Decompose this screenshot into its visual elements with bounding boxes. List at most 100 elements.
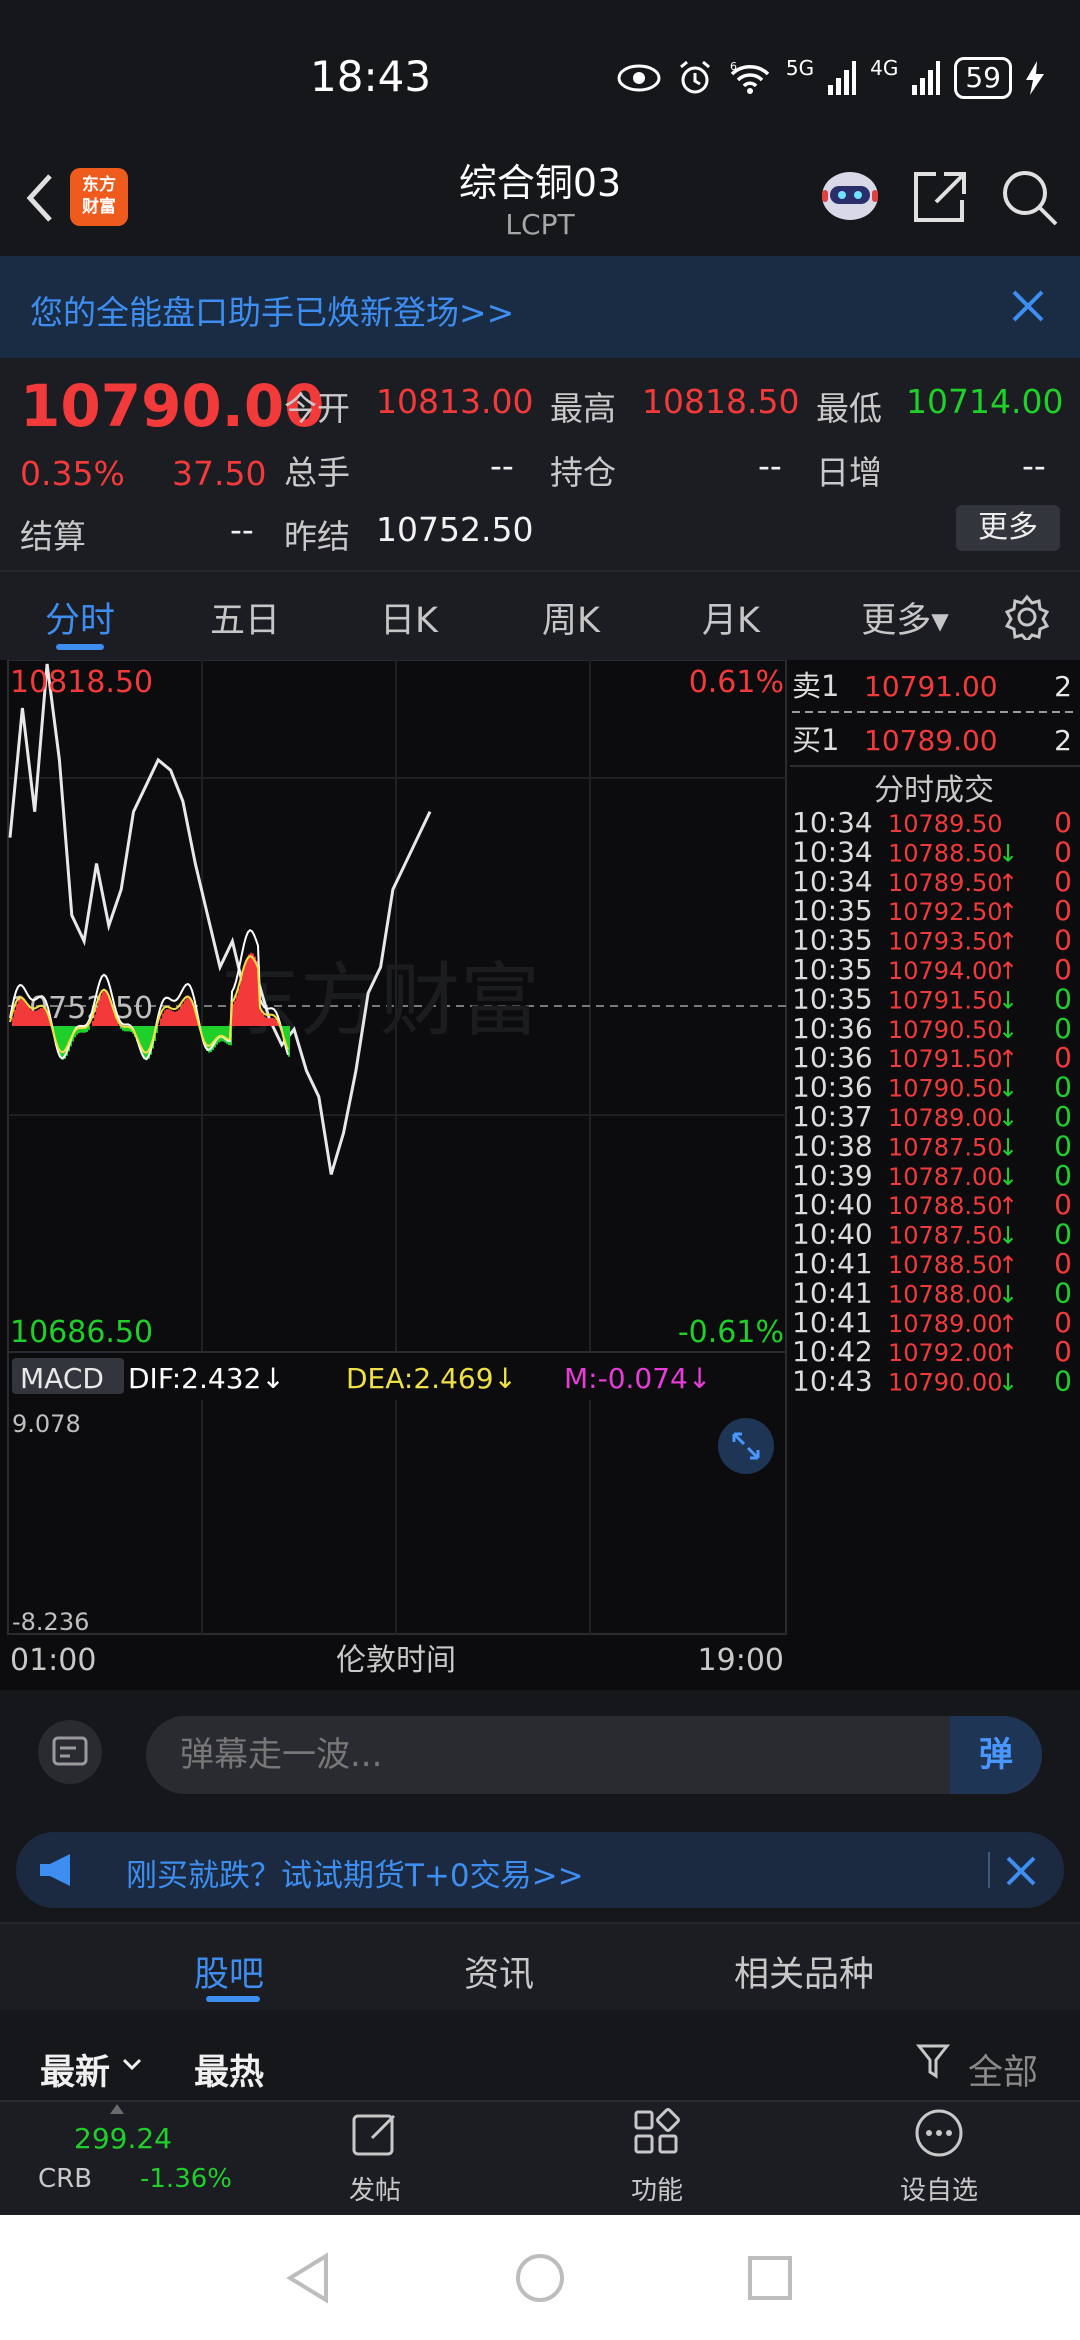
- sell1-volume: 2: [1054, 670, 1072, 703]
- sort-latest[interactable]: 最新: [40, 2044, 110, 2095]
- tick-direction: ↑: [998, 928, 1018, 956]
- macd-bar: [268, 1018, 270, 1026]
- macd-bar: [262, 1014, 264, 1026]
- danmu-send-button[interactable]: 弹: [950, 1716, 1042, 1794]
- tick-time: 10:43: [792, 1365, 873, 1398]
- nav-post[interactable]: 发帖: [305, 2170, 445, 2207]
- more-quote-button[interactable]: 更多: [956, 505, 1060, 551]
- tick-direction: ↓: [998, 839, 1018, 867]
- edit-icon[interactable]: [350, 2108, 400, 2158]
- macd-bar: [240, 980, 242, 1026]
- macd-bar: [60, 1026, 62, 1059]
- tab-monthly-k[interactable]: 月K: [686, 592, 776, 643]
- grid-icon[interactable]: [632, 2108, 682, 2158]
- filter-icon[interactable]: [916, 2042, 952, 2082]
- tick-time: 10:34: [792, 806, 873, 839]
- macd-bar: [92, 1020, 94, 1026]
- crb-label[interactable]: CRB: [38, 2164, 92, 2194]
- assistant-robot-icon[interactable]: [818, 166, 882, 224]
- tab-related[interactable]: 相关品种: [734, 1946, 874, 1997]
- tick-volume: 0: [1054, 1071, 1072, 1104]
- crb-change[interactable]: -1.36%: [140, 2164, 232, 2194]
- tick-volume: 0: [1054, 1218, 1072, 1251]
- nav-functions[interactable]: 功能: [587, 2170, 727, 2207]
- macd-bar: [38, 1009, 40, 1026]
- x-mid-label: 伦敦时间: [336, 1643, 456, 1678]
- macd-bar: [44, 1009, 46, 1026]
- crb-value[interactable]: 299.24: [74, 2122, 172, 2155]
- sort-hot[interactable]: 最热: [194, 2044, 264, 2095]
- eye-icon: [617, 64, 661, 92]
- tick-volume: 0: [1054, 806, 1072, 839]
- m-value: M:-0.074↓: [564, 1362, 711, 1395]
- tab-daily-k[interactable]: 日K: [364, 592, 454, 643]
- tick-direction: ↑: [998, 1045, 1018, 1073]
- tick-price: 10788.50: [888, 1192, 1003, 1220]
- close-icon[interactable]: [1004, 1854, 1038, 1888]
- assistant-banner-text[interactable]: 您的全能盘口助手已焕新登场>>: [30, 286, 514, 334]
- more-circle-icon[interactable]: [914, 2108, 964, 2158]
- tick-price: 10791.50: [888, 1045, 1003, 1073]
- pct-high-label: 0.61%: [689, 665, 784, 700]
- danmu-input[interactable]: 弹幕走一波...: [146, 1716, 1042, 1794]
- intraday-chart[interactable]: 东方财富 10818.50 10752.50 10686.50 0.61% -0…: [0, 660, 1080, 1690]
- tick-time: 10:34: [792, 865, 873, 898]
- prev-settle-value: 10752.50: [376, 510, 534, 549]
- volume-value: --: [490, 446, 514, 485]
- low-value: 10714.00: [906, 382, 1064, 421]
- tick-price: 10787.50: [888, 1222, 1003, 1250]
- high-value: 10818.50: [642, 382, 800, 421]
- share-icon[interactable]: [910, 168, 970, 226]
- open-interest-value: --: [758, 446, 782, 485]
- tick-volume: 0: [1054, 1247, 1072, 1280]
- search-icon[interactable]: [998, 166, 1060, 228]
- filter-all[interactable]: 全部: [968, 2044, 1038, 2095]
- status-time: 18:43: [310, 52, 432, 101]
- sell1-price: 10791.00: [864, 670, 998, 703]
- buy1-label: 买1: [792, 723, 839, 757]
- tab-weekly-k[interactable]: 周K: [526, 592, 616, 643]
- tick-volume: 0: [1054, 1306, 1072, 1339]
- macd-bar: [20, 998, 22, 1026]
- system-home-icon[interactable]: [514, 2252, 566, 2304]
- settle-label: 结算: [20, 517, 86, 556]
- x-start-label: 01:00: [10, 1643, 96, 1678]
- macd-bar: [30, 1009, 32, 1026]
- settle-value: --: [230, 510, 254, 549]
- system-back-icon[interactable]: [284, 2252, 332, 2304]
- tick-price: 10790.50: [888, 1075, 1003, 1103]
- tick-price: 10792.50: [888, 898, 1003, 926]
- nav-add-watchlist[interactable]: 设自选: [869, 2170, 1009, 2207]
- volume-label: 总手: [284, 453, 350, 492]
- tick-volume: 0: [1054, 1100, 1072, 1133]
- buy1-price: 10789.00: [864, 724, 998, 757]
- tab-five-day[interactable]: 五日: [200, 592, 290, 643]
- tick-time: 10:35: [792, 982, 873, 1015]
- dif-value: DIF:2.432↓: [128, 1362, 285, 1395]
- tick-time: 10:35: [792, 924, 873, 957]
- tick-direction: ↑: [998, 869, 1018, 897]
- tab-guba[interactable]: 股吧: [194, 1946, 264, 1997]
- open-label: 今开: [284, 389, 350, 428]
- macd-bar: [248, 954, 250, 1026]
- macd-bar: [104, 990, 106, 1026]
- close-icon[interactable]: [1006, 284, 1050, 328]
- macd-bar: [216, 1026, 218, 1045]
- charging-icon: [1026, 61, 1044, 95]
- promo-text[interactable]: 刚买就跌？试试期货T+0交易>>: [126, 1850, 584, 1895]
- tick-time: 10:36: [792, 1071, 873, 1104]
- tab-more[interactable]: 更多▾: [850, 592, 960, 643]
- chevron-down-icon[interactable]: [122, 2058, 142, 2072]
- system-recents-icon[interactable]: [746, 2254, 794, 2302]
- macd-bar: [184, 1000, 186, 1026]
- tick-volume: 0: [1054, 894, 1072, 927]
- comment-toggle-icon[interactable]: [38, 1720, 102, 1784]
- tick-direction: ↑: [998, 1339, 1018, 1367]
- macd-bar: [14, 1009, 16, 1026]
- tick-direction: ↑: [998, 1310, 1018, 1338]
- tab-news[interactable]: 资讯: [464, 1946, 534, 1997]
- macd-bar: [178, 1009, 180, 1026]
- tab-intraday[interactable]: 分时: [40, 592, 120, 643]
- macd-bar: [160, 1018, 162, 1026]
- settings-icon[interactable]: [1004, 594, 1050, 640]
